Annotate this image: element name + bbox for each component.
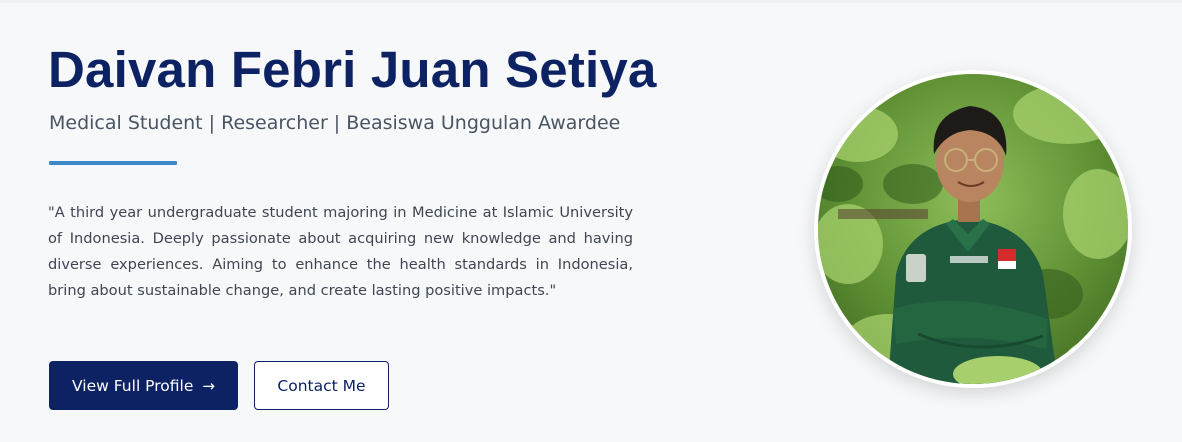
profile-tagline: Medical Student | Researcher | Beasiswa … bbox=[49, 112, 621, 134]
view-full-profile-button[interactable]: View Full Profile → bbox=[49, 361, 238, 410]
profile-photo bbox=[814, 70, 1132, 388]
hero-section: Daivan Febri Juan Setiya Medical Student… bbox=[0, 0, 1182, 442]
contact-me-label: Contact Me bbox=[277, 376, 366, 395]
accent-divider bbox=[49, 161, 177, 165]
arrow-right-icon: → bbox=[202, 376, 215, 395]
profile-photo-image bbox=[818, 74, 1128, 384]
profile-bio: "A third year undergraduate student majo… bbox=[48, 204, 633, 299]
profile-name: Daivan Febri Juan Setiya bbox=[48, 41, 657, 98]
view-full-profile-label: View Full Profile bbox=[72, 376, 194, 395]
contact-me-button[interactable]: Contact Me bbox=[254, 361, 389, 410]
